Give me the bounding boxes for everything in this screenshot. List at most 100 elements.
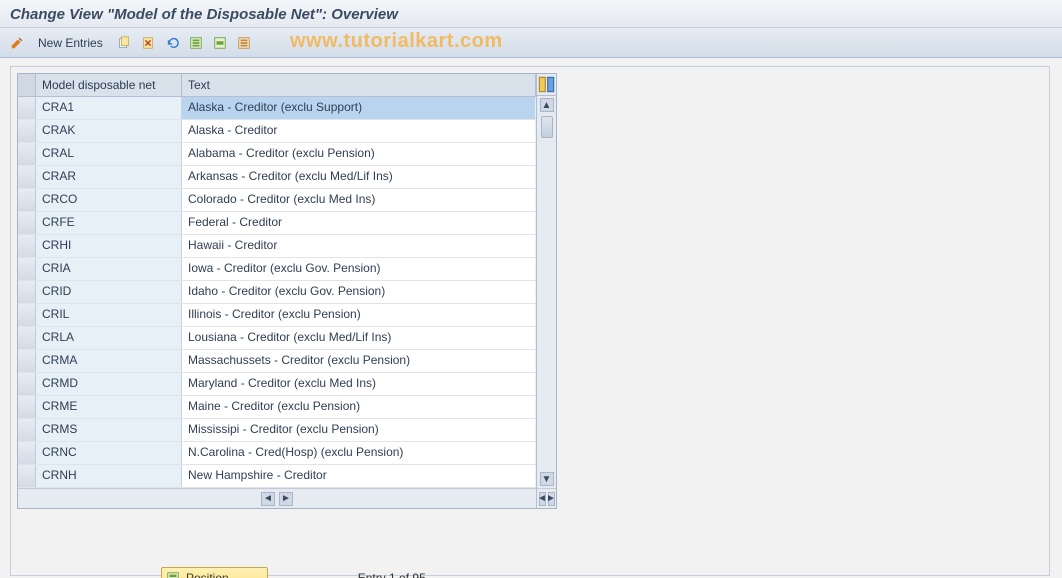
row-selector[interactable] (18, 235, 36, 257)
table-row: CRMAMassachussets - Creditor (exclu Pens… (18, 350, 536, 373)
table-row: CRFEFederal - Creditor (18, 212, 536, 235)
cell-model[interactable]: CRNH (36, 465, 182, 487)
scroll-right2-icon[interactable]: ► (548, 492, 555, 506)
page-title: Change View "Model of the Disposable Net… (0, 0, 1062, 28)
cell-text[interactable]: Arkansas - Creditor (exclu Med/Lif Ins) (182, 166, 536, 188)
cell-model[interactable]: CRIA (36, 258, 182, 280)
cell-model[interactable]: CRAR (36, 166, 182, 188)
table-row: CRHIHawaii - Creditor (18, 235, 536, 258)
cell-text[interactable]: Federal - Creditor (182, 212, 536, 234)
row-selector[interactable] (18, 419, 36, 441)
cell-text[interactable]: Maryland - Creditor (exclu Med Ins) (182, 373, 536, 395)
cell-text[interactable]: Alaska - Creditor (exclu Support) (182, 97, 536, 119)
scroll-left2-icon[interactable]: ◄ (539, 492, 546, 506)
row-selector[interactable] (18, 465, 36, 487)
delete-icon[interactable] (139, 34, 157, 52)
copy-icon[interactable] (115, 34, 133, 52)
select-block-icon[interactable] (211, 34, 229, 52)
grid-config-icon[interactable] (537, 74, 556, 96)
scroll-down-icon[interactable]: ▼ (540, 472, 554, 486)
row-selector[interactable] (18, 120, 36, 142)
cell-text[interactable]: Alaska - Creditor (182, 120, 536, 142)
cell-text[interactable]: Colorado - Creditor (exclu Med Ins) (182, 189, 536, 211)
row-selector[interactable] (18, 258, 36, 280)
table-row: CRCOColorado - Creditor (exclu Med Ins) (18, 189, 536, 212)
grid-header: Model disposable net Text (18, 74, 536, 97)
column-header-text[interactable]: Text (182, 74, 536, 96)
cell-text[interactable]: Maine - Creditor (exclu Pension) (182, 396, 536, 418)
outline-panel: Model disposable net Text CRA1Alaska - C… (10, 66, 1050, 576)
content-area: Model disposable net Text CRA1Alaska - C… (0, 58, 1062, 578)
data-grid: Model disposable net Text CRA1Alaska - C… (17, 73, 557, 509)
table-row: CRALAlabama - Creditor (exclu Pension) (18, 143, 536, 166)
cell-model[interactable]: CRMD (36, 373, 182, 395)
cell-text[interactable]: Iowa - Creditor (exclu Gov. Pension) (182, 258, 536, 280)
row-selector[interactable] (18, 97, 36, 119)
table-row: CRIAIowa - Creditor (exclu Gov. Pension) (18, 258, 536, 281)
cell-text[interactable]: Illinois - Creditor (exclu Pension) (182, 304, 536, 326)
cell-text[interactable]: N.Carolina - Cred(Hosp) (exclu Pension) (182, 442, 536, 464)
table-row: CRLALousiana - Creditor (exclu Med/Lif I… (18, 327, 536, 350)
table-row: CRMSMississipi - Creditor (exclu Pension… (18, 419, 536, 442)
cell-text[interactable]: Alabama - Creditor (exclu Pension) (182, 143, 536, 165)
row-selector[interactable] (18, 166, 36, 188)
scroll-up-icon[interactable]: ▲ (540, 98, 554, 112)
cell-model[interactable]: CRA1 (36, 97, 182, 119)
cell-text[interactable]: Lousiana - Creditor (exclu Med/Lif Ins) (182, 327, 536, 349)
cell-model[interactable]: CRNC (36, 442, 182, 464)
row-selector-header[interactable] (18, 74, 36, 96)
cell-text[interactable]: New Hampshire - Creditor (182, 465, 536, 487)
scroll-left-icon[interactable]: ◄ (261, 492, 275, 506)
cell-model[interactable]: CRMA (36, 350, 182, 372)
table-row: CRNCN.Carolina - Cred(Hosp) (exclu Pensi… (18, 442, 536, 465)
row-selector[interactable] (18, 396, 36, 418)
table-row: CRIDIdaho - Creditor (exclu Gov. Pension… (18, 281, 536, 304)
change-icon[interactable] (8, 34, 26, 52)
deselect-icon[interactable] (235, 34, 253, 52)
cell-model[interactable]: CRAL (36, 143, 182, 165)
cell-model[interactable]: CRMS (36, 419, 182, 441)
grid-body: CRA1Alaska - Creditor (exclu Support)CRA… (18, 97, 536, 488)
cell-text[interactable]: Mississipi - Creditor (exclu Pension) (182, 419, 536, 441)
select-all-icon[interactable] (187, 34, 205, 52)
watermark: www.tutorialkart.com (290, 30, 503, 53)
table-row: CRARArkansas - Creditor (exclu Med/Lif I… (18, 166, 536, 189)
row-selector[interactable] (18, 350, 36, 372)
new-entries-button[interactable]: New Entries (32, 36, 109, 50)
table-row: CRMEMaine - Creditor (exclu Pension) (18, 396, 536, 419)
row-selector[interactable] (18, 442, 36, 464)
undo-icon[interactable] (163, 34, 181, 52)
cell-model[interactable]: CRCO (36, 189, 182, 211)
toolbar: New Entries www.tutorialkart.com (0, 28, 1062, 58)
cell-model[interactable]: CRID (36, 281, 182, 303)
cell-text[interactable]: Massachussets - Creditor (exclu Pension) (182, 350, 536, 372)
row-selector[interactable] (18, 189, 36, 211)
table-row: CRA1Alaska - Creditor (exclu Support) (18, 97, 536, 120)
scroll-thumb[interactable] (541, 116, 553, 138)
horizontal-scrollbar: ◄ ► (18, 488, 536, 508)
table-row: CRMDMaryland - Creditor (exclu Med Ins) (18, 373, 536, 396)
row-selector[interactable] (18, 281, 36, 303)
cell-model[interactable]: CRIL (36, 304, 182, 326)
scroll-right-icon[interactable]: ► (279, 492, 293, 506)
cell-text[interactable]: Hawaii - Creditor (182, 235, 536, 257)
row-selector[interactable] (18, 304, 36, 326)
entry-info: Entry 1 of 95 (358, 571, 426, 578)
cell-text[interactable]: Idaho - Creditor (exclu Gov. Pension) (182, 281, 536, 303)
table-row: CRNHNew Hampshire - Creditor (18, 465, 536, 488)
row-selector[interactable] (18, 373, 36, 395)
cell-model[interactable]: CRLA (36, 327, 182, 349)
row-selector[interactable] (18, 327, 36, 349)
table-row: CRAKAlaska - Creditor (18, 120, 536, 143)
cell-model[interactable]: CRHI (36, 235, 182, 257)
position-icon (166, 571, 180, 578)
cell-model[interactable]: CRME (36, 396, 182, 418)
column-header-model[interactable]: Model disposable net (36, 74, 182, 96)
vertical-scrollbar: ▲ ▼ (537, 96, 556, 488)
cell-model[interactable]: CRAK (36, 120, 182, 142)
footer: Position... Entry 1 of 95 (161, 567, 426, 578)
position-button[interactable]: Position... (161, 567, 268, 578)
row-selector[interactable] (18, 212, 36, 234)
row-selector[interactable] (18, 143, 36, 165)
cell-model[interactable]: CRFE (36, 212, 182, 234)
